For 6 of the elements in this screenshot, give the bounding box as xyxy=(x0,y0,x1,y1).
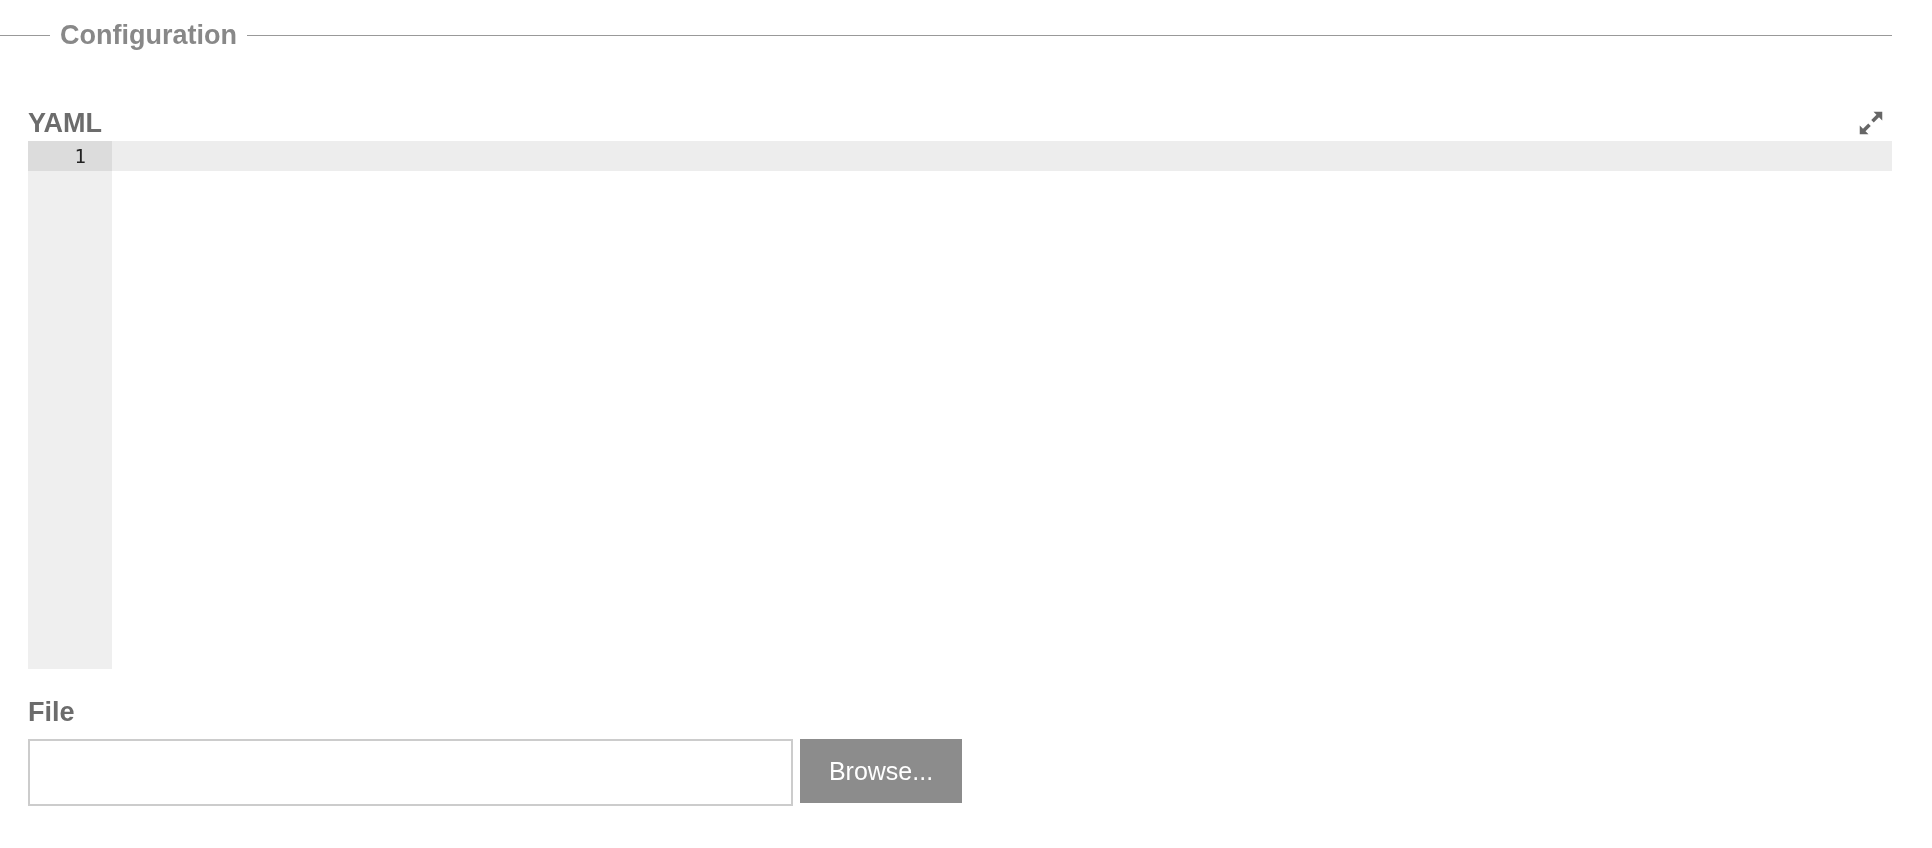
section-legend: Configuration xyxy=(60,20,237,51)
line-number: 1 xyxy=(28,141,112,171)
editor-label: YAML xyxy=(28,107,102,139)
file-label: File xyxy=(28,697,76,729)
code-editor[interactable]: 1 xyxy=(28,141,1892,669)
file-path-field[interactable] xyxy=(28,739,793,806)
